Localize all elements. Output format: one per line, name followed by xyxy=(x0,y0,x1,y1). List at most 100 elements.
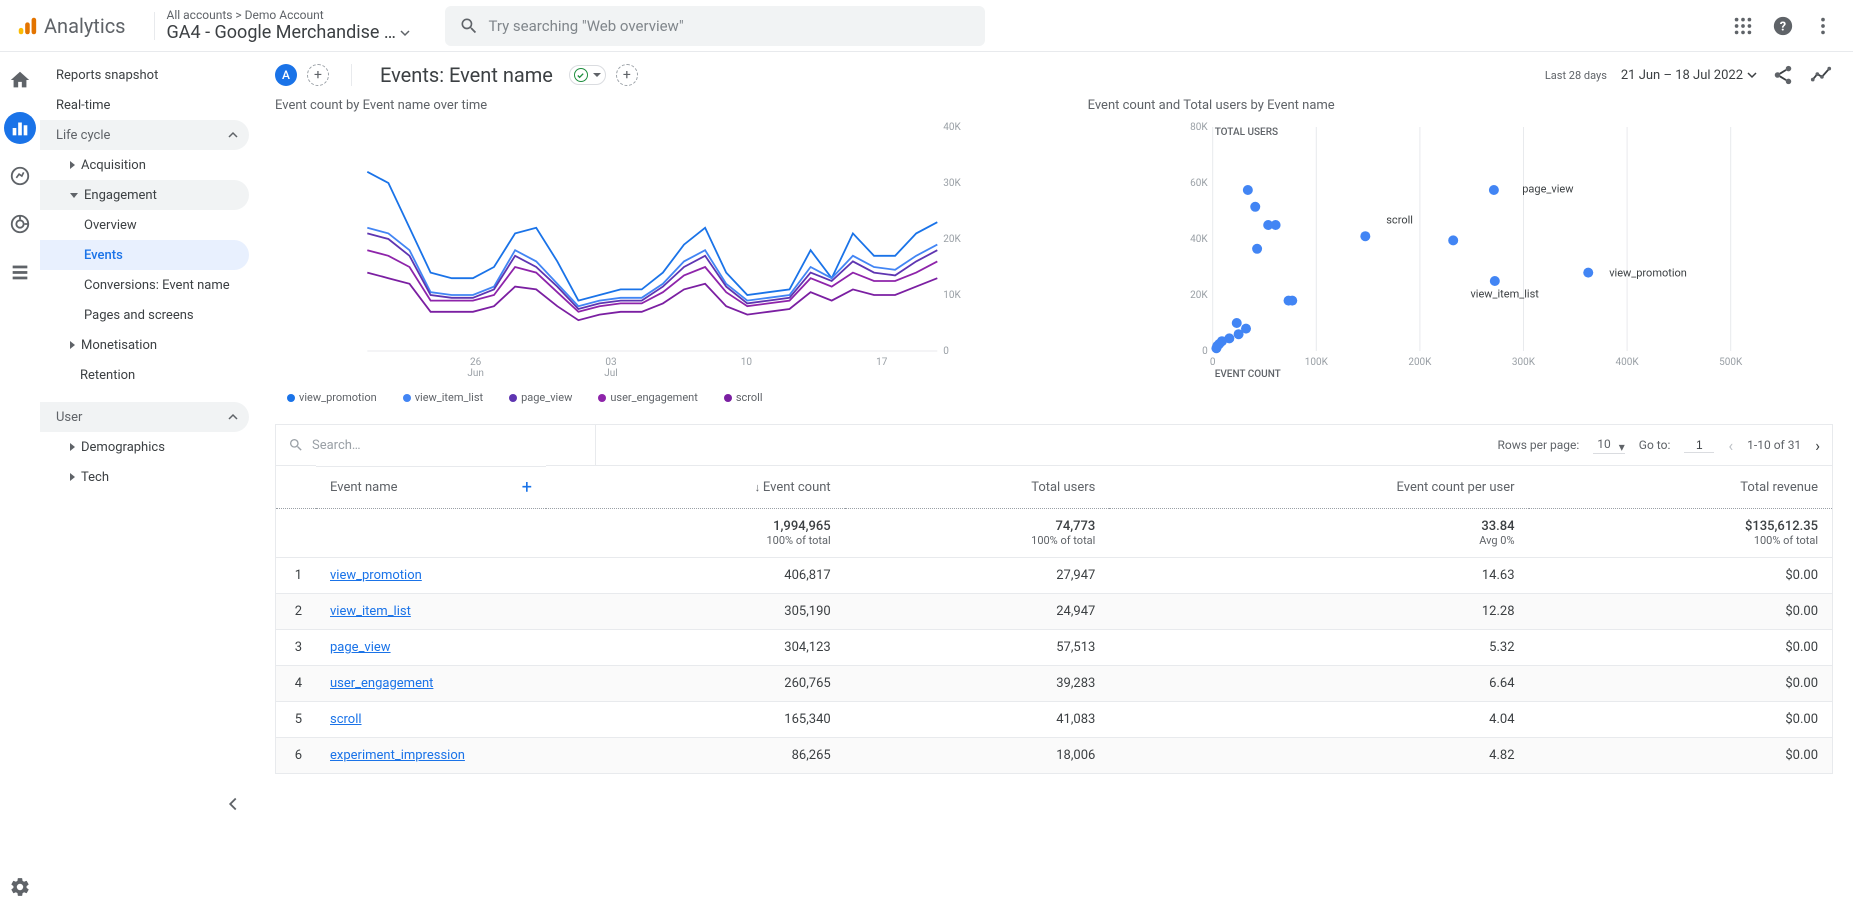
table-row[interactable]: 6experiment_impression 86,26518,0064.82$… xyxy=(276,738,1832,774)
sidebar-item-demographics[interactable]: Demographics xyxy=(40,432,249,462)
sidebar-item-monetisation[interactable]: Monetisation xyxy=(40,330,249,360)
legend-item[interactable]: page_view xyxy=(497,391,572,404)
table-row[interactable]: 5scroll 165,34041,0834.04$0.00 xyxy=(276,702,1832,738)
sidebar-item-overview[interactable]: Overview xyxy=(40,210,249,240)
svg-text:0: 0 xyxy=(943,346,949,357)
svg-text:100K: 100K xyxy=(1304,357,1328,368)
sidebar-item-realtime[interactable]: Real-time xyxy=(40,90,249,120)
apps-icon[interactable] xyxy=(1731,14,1755,38)
report-header: A + Events: Event name + Last 28 days 21… xyxy=(255,52,1853,98)
svg-text:03: 03 xyxy=(605,357,616,368)
table-row[interactable]: 4user_engagement 260,76539,2836.64$0.00 xyxy=(276,666,1832,702)
add-comparison-button[interactable]: + xyxy=(616,64,638,86)
table-toolbar: Search… Rows per page: 10▾ Go to: ‹ 1-10… xyxy=(276,425,1832,465)
sidebar-item-tech[interactable]: Tech xyxy=(40,462,249,492)
col-revenue[interactable]: Total revenue xyxy=(1529,466,1832,509)
svg-text:80K: 80K xyxy=(1190,122,1208,133)
configure-icon[interactable] xyxy=(4,256,36,288)
home-icon[interactable] xyxy=(4,64,36,96)
report-title: Events: Event name xyxy=(380,63,553,87)
svg-text:scroll: scroll xyxy=(1386,213,1413,226)
table-search-input[interactable]: Search… xyxy=(276,425,596,465)
app-header: Analytics All accounts > Demo Account GA… xyxy=(0,0,1853,52)
rows-per-page-label: Rows per page: xyxy=(1497,438,1579,452)
table-row[interactable]: 2view_item_list 305,19024,94712.28$0.00 xyxy=(276,594,1832,630)
line-chart-card: Event count by Event name over time 010K… xyxy=(275,98,1060,404)
col-event-name[interactable]: Event name+ xyxy=(316,466,546,509)
sidebar-item-events[interactable]: Events xyxy=(40,240,249,270)
nav-rail xyxy=(0,52,40,919)
add-dimension-icon[interactable]: + xyxy=(522,477,532,498)
add-segment-button[interactable]: + xyxy=(307,64,329,86)
help-icon[interactable]: ? xyxy=(1771,14,1795,38)
collapse-sidebar-icon[interactable] xyxy=(221,792,245,816)
line-chart[interactable]: 010K20K30K40K26Jun03Jul1017 xyxy=(275,121,1060,381)
chevron-up-icon xyxy=(227,411,239,423)
svg-text:20K: 20K xyxy=(943,234,961,245)
svg-text:20K: 20K xyxy=(1190,290,1208,301)
svg-text:Jun: Jun xyxy=(467,368,484,379)
chart-title: Event count by Event name over time xyxy=(275,98,1060,113)
svg-text:40K: 40K xyxy=(943,122,961,133)
table-row[interactable]: 1view_promotion 406,81727,94714.63$0.00 xyxy=(276,558,1832,594)
goto-input[interactable] xyxy=(1684,438,1714,453)
sidebar-item-pages[interactable]: Pages and screens xyxy=(40,300,249,330)
legend-item[interactable]: view_item_list xyxy=(391,391,483,404)
col-per-user[interactable]: Event count per user xyxy=(1109,466,1528,509)
svg-text:26: 26 xyxy=(470,357,482,368)
analytics-logo-icon xyxy=(16,15,38,37)
svg-text:0: 0 xyxy=(1202,346,1208,357)
chevron-down-icon xyxy=(1747,70,1757,80)
legend-item[interactable]: scroll xyxy=(712,391,763,404)
search-placeholder: Try searching "Web overview" xyxy=(489,17,684,35)
svg-text:EVENT COUNT: EVENT COUNT xyxy=(1214,369,1280,380)
rows-per-page-select[interactable]: 10▾ xyxy=(1593,437,1625,454)
next-page-button[interactable]: › xyxy=(1815,436,1820,455)
sidebar-section-lifecycle[interactable]: Life cycle xyxy=(40,120,249,150)
chart-title: Event count and Total users by Event nam… xyxy=(1088,98,1833,113)
filter-pill[interactable] xyxy=(569,65,606,85)
reports-icon[interactable] xyxy=(4,112,36,144)
svg-text:view_promotion: view_promotion xyxy=(1609,267,1687,280)
explore-icon[interactable] xyxy=(4,160,36,192)
search-input[interactable]: Try searching "Web overview" xyxy=(445,6,985,46)
sidebar-item-snapshot[interactable]: Reports snapshot xyxy=(40,60,249,90)
chevron-up-icon xyxy=(227,129,239,141)
chevron-down-icon: ▾ xyxy=(1619,440,1625,454)
svg-text:500K: 500K xyxy=(1719,357,1743,368)
chevron-down-icon xyxy=(593,73,601,77)
svg-text:17: 17 xyxy=(876,357,888,368)
scatter-chart[interactable]: 0100K200K300K400K500K020K40K60K80KTOTAL … xyxy=(1088,121,1833,381)
gear-icon[interactable] xyxy=(4,871,36,903)
logo-block[interactable]: Analytics xyxy=(16,14,126,38)
col-event-count[interactable]: ↓ Event count xyxy=(546,466,845,509)
svg-text:page_view: page_view xyxy=(1522,183,1574,196)
chart-legend: view_promotion view_item_list page_view use… xyxy=(275,391,1060,404)
prev-page-button[interactable]: ‹ xyxy=(1728,436,1733,455)
sidebar-item-acquisition[interactable]: Acquisition xyxy=(40,150,249,180)
logo-text: Analytics xyxy=(44,14,126,38)
legend-item[interactable]: view_promotion xyxy=(275,391,377,404)
date-picker[interactable]: 21 Jun – 18 Jul 2022 xyxy=(1621,68,1757,83)
segment-badge[interactable]: A xyxy=(275,64,297,86)
property-selector[interactable]: All accounts > Demo Account GA4 - Google… xyxy=(167,8,437,43)
advertising-icon[interactable] xyxy=(4,208,36,240)
insights-icon[interactable] xyxy=(1809,63,1833,87)
date-label: Last 28 days xyxy=(1545,69,1607,82)
sidebar-item-retention[interactable]: Retention xyxy=(40,360,249,390)
divider xyxy=(351,64,352,86)
sidebar-item-engagement[interactable]: Engagement xyxy=(40,180,249,210)
share-icon[interactable] xyxy=(1771,63,1795,87)
more-icon[interactable] xyxy=(1811,14,1835,38)
svg-text:10: 10 xyxy=(741,357,753,368)
legend-item[interactable]: user_engagement xyxy=(586,391,698,404)
breadcrumb: All accounts > Demo Account xyxy=(167,8,437,22)
table-row[interactable]: 3page_view 304,12357,5135.32$0.00 xyxy=(276,630,1832,666)
scatter-chart-card: Event count and Total users by Event nam… xyxy=(1088,98,1833,404)
sidebar-item-conversions[interactable]: Conversions: Event name xyxy=(40,270,249,300)
goto-label: Go to: xyxy=(1639,438,1671,452)
col-total-users[interactable]: Total users xyxy=(845,466,1110,509)
svg-text:0: 0 xyxy=(1209,357,1215,368)
sidebar-section-user[interactable]: User xyxy=(40,402,249,432)
svg-text:view_item_list: view_item_list xyxy=(1470,288,1539,301)
